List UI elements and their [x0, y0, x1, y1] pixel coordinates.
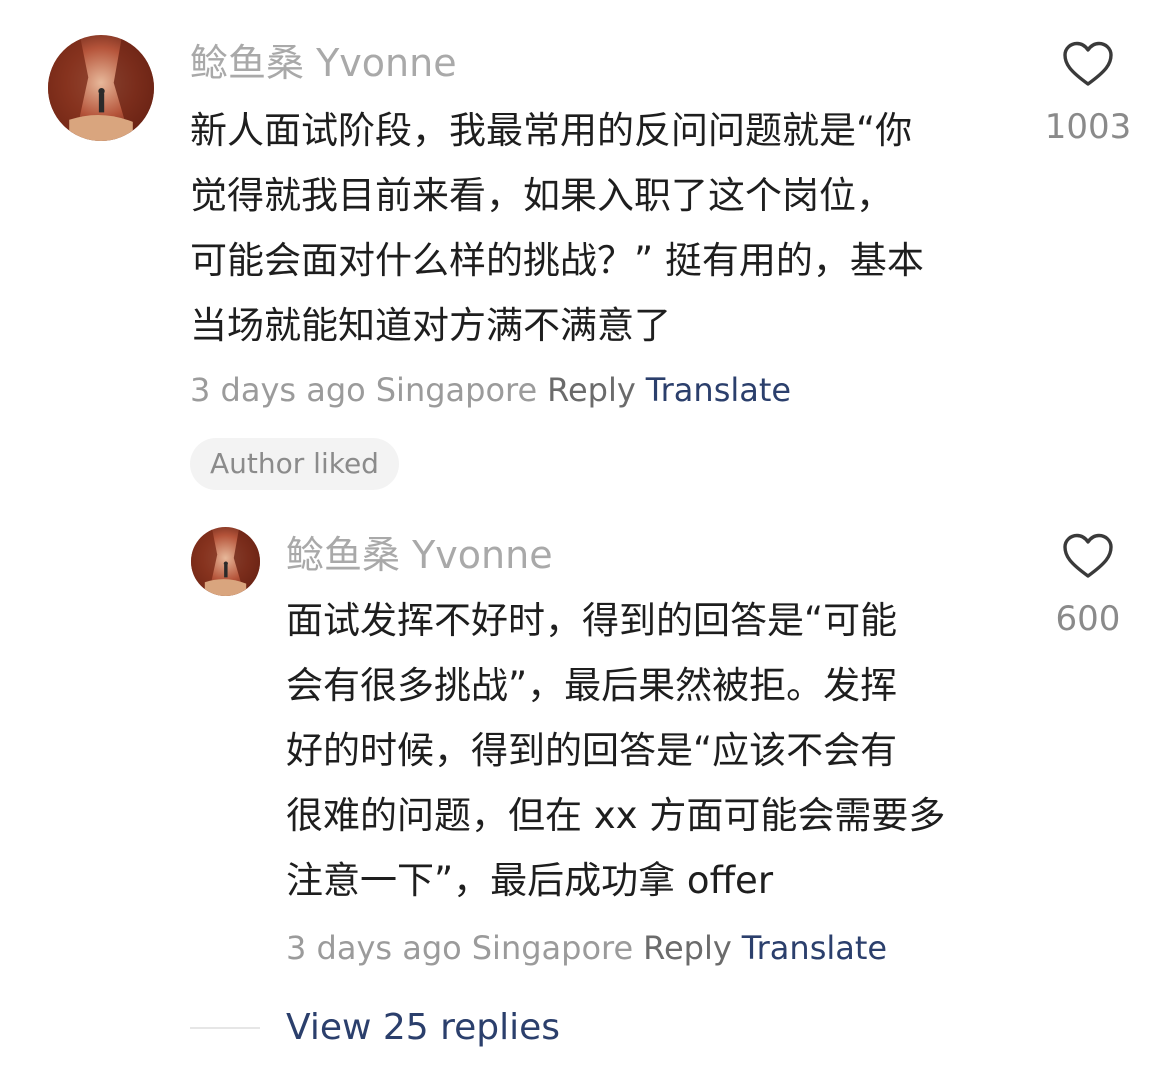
reply-meta: 3 days ago Singapore Reply Translate	[286, 932, 887, 964]
comment-location: Singapore	[375, 371, 538, 409]
reply-like[interactable]: 600	[1035, 532, 1141, 636]
reply-text-line: 面试发挥不好时，得到的回答是“可能	[286, 599, 898, 642]
translate-button[interactable]: Translate	[646, 371, 791, 409]
reply-text-line: 好的时候，得到的回答是“应该不会有	[286, 729, 898, 772]
avatar[interactable]	[191, 527, 260, 596]
comment-text-line: 觉得就我目前来看，如果入职了这个岗位，	[190, 174, 893, 217]
comment-username[interactable]: 鲶鱼桑 Yvonne	[190, 44, 457, 82]
translate-button[interactable]: Translate	[742, 929, 887, 967]
reply-timestamp: 3 days ago	[286, 929, 462, 967]
reply-button[interactable]: Reply	[643, 929, 732, 967]
comment-text: 新人面试阶段，我最常用的反问问题就是“你 觉得就我目前来看，如果入职了这个岗位，…	[190, 98, 1010, 358]
comment-text-line: 可能会面对什么样的挑战？” 挺有用的，基本	[190, 239, 924, 282]
reply-text-line: 注意一下”，最后成功拿 offer	[286, 859, 774, 902]
avatar[interactable]	[48, 35, 154, 141]
reply-username[interactable]: 鲶鱼桑 Yvonne	[286, 536, 553, 574]
comment-text-line: 新人面试阶段，我最常用的反问问题就是“你	[190, 109, 913, 152]
reply-text-line: 很难的问题，但在 xx 方面可能会需要多	[286, 794, 946, 837]
author-liked-badge: Author liked	[190, 438, 399, 490]
like-count: 600	[1055, 599, 1121, 639]
view-replies-button[interactable]: View 25 replies	[286, 1010, 560, 1046]
comment-meta: 3 days ago Singapore Reply Translate	[190, 374, 791, 406]
reply-text-line: 会有很多挑战”，最后果然被拒。发挥	[286, 664, 898, 707]
reply-button[interactable]: Reply	[547, 371, 636, 409]
comment-timestamp: 3 days ago	[190, 371, 366, 409]
like-count: 1003	[1044, 107, 1132, 147]
heart-outline-icon[interactable]	[1035, 532, 1141, 580]
reply-text: 面试发挥不好时，得到的回答是“可能 会有很多挑战”，最后果然被拒。发挥 好的时候…	[286, 588, 1016, 913]
divider-line	[190, 1027, 260, 1029]
heart-outline-icon[interactable]	[1035, 40, 1141, 88]
reply-location: Singapore	[471, 929, 634, 967]
comment-text-line: 当场就能知道对方满不满意了	[190, 304, 671, 347]
comment-like[interactable]: 1003	[1035, 40, 1141, 144]
